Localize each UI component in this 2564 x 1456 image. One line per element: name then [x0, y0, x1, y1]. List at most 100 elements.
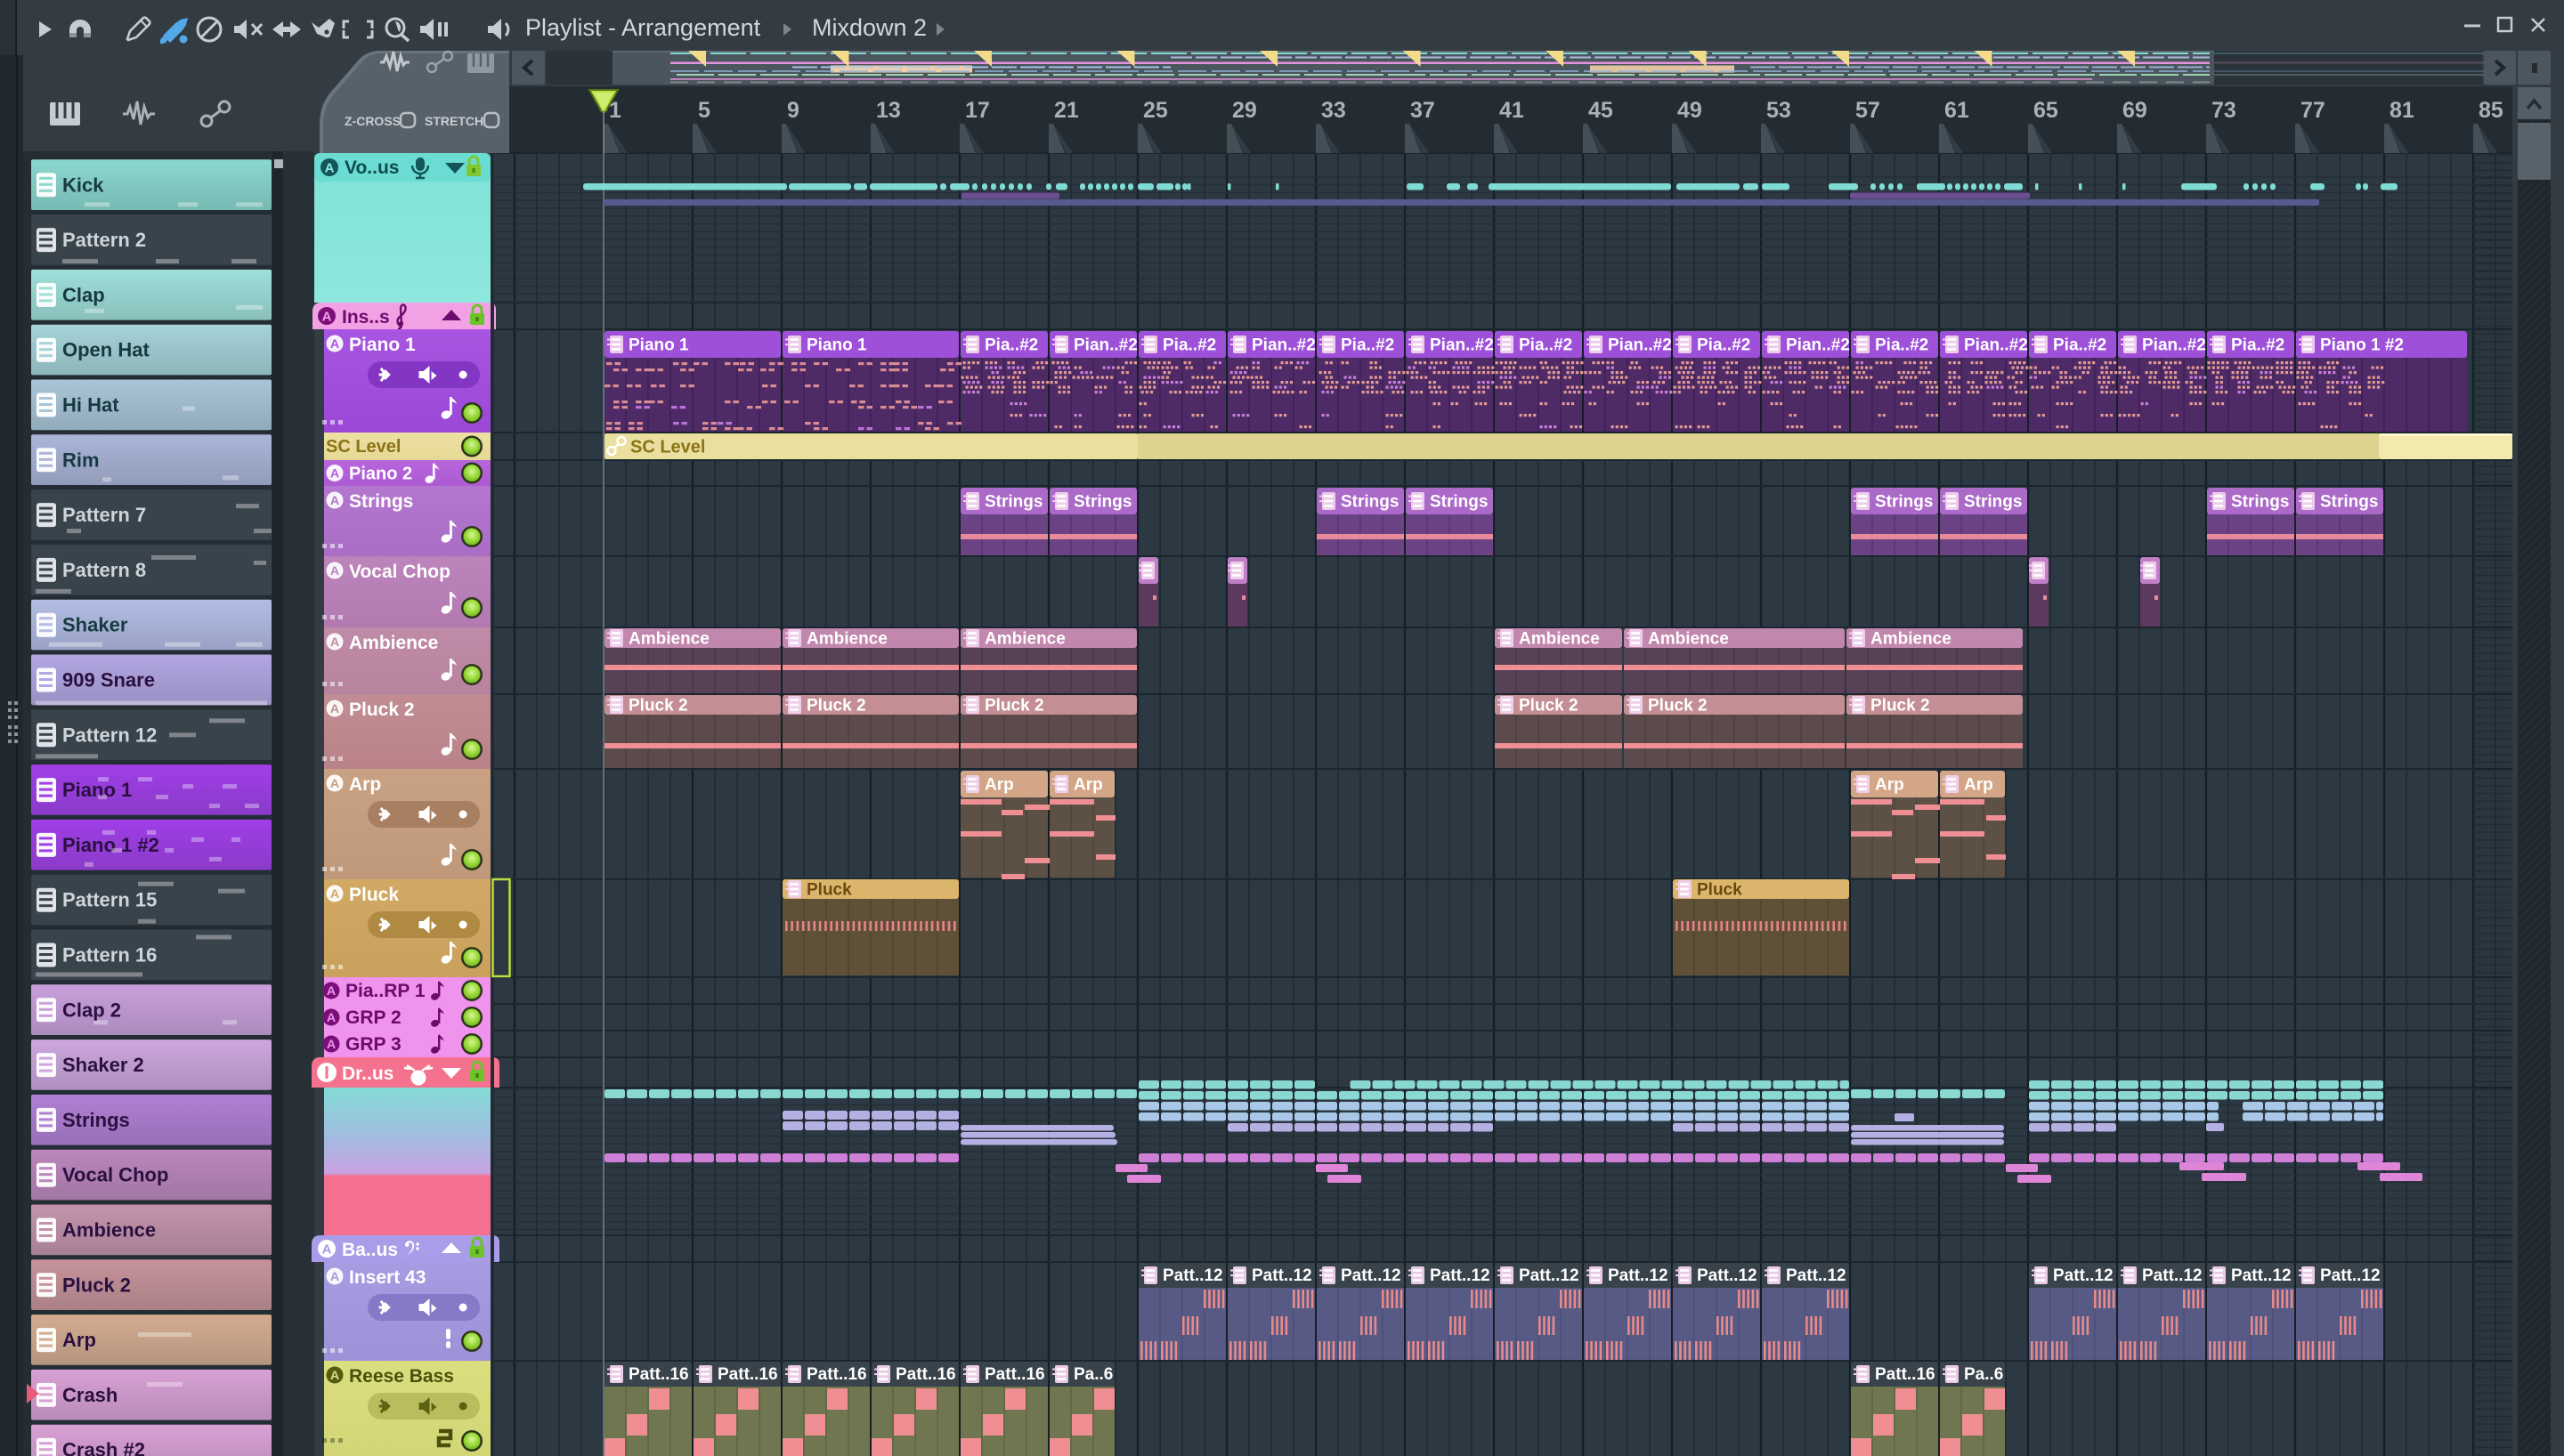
svg-text:Shaker: Shaker: [62, 614, 128, 636]
svg-text:Patt..16: Patt..16: [629, 1365, 689, 1384]
svg-text:Pia..#2: Pia..#2: [985, 336, 1038, 355]
svg-text:Pia..#2: Pia..#2: [1519, 336, 1572, 355]
svg-text:Ambience: Ambience: [985, 630, 1066, 649]
svg-text:Pluck 2: Pluck 2: [1519, 697, 1578, 716]
svg-text:A: A: [330, 1270, 339, 1284]
svg-text:A: A: [322, 1242, 332, 1258]
svg-text:Pluck 2: Pluck 2: [629, 697, 688, 716]
svg-text:Pattern 12: Pattern 12: [62, 724, 157, 746]
svg-text:77: 77: [2300, 98, 2325, 123]
svg-text:Open Hat: Open Hat: [62, 339, 150, 361]
svg-text:Ambience: Ambience: [1519, 630, 1600, 649]
svg-text:Pian..#2: Pian..#2: [1964, 336, 2028, 355]
svg-text:Crash: Crash: [62, 1384, 118, 1406]
svg-text:Pa..6: Pa..6: [1074, 1365, 1113, 1384]
svg-text:Pluck 2: Pluck 2: [1648, 697, 1708, 716]
svg-text:Strings: Strings: [1964, 493, 2022, 512]
svg-text:Arp: Arp: [1875, 776, 1904, 795]
svg-text:Pia..#2: Pia..#2: [1341, 336, 1394, 355]
svg-text:SC Level: SC Level: [326, 437, 401, 457]
svg-text:Arp: Arp: [1074, 776, 1103, 795]
svg-text:Pluck 2: Pluck 2: [1870, 697, 1930, 716]
svg-text:Patt..16: Patt..16: [807, 1365, 867, 1384]
svg-text:Piano 1 #2: Piano 1 #2: [2320, 336, 2404, 355]
svg-text:A: A: [327, 984, 336, 999]
svg-text:Ba..us: Ba..us: [342, 1240, 398, 1260]
svg-text:Dr..us: Dr..us: [342, 1064, 394, 1084]
svg-text:A: A: [330, 494, 339, 508]
svg-text:Strings: Strings: [349, 491, 413, 512]
svg-text:909 Snare: 909 Snare: [62, 669, 155, 692]
svg-text:Strings: Strings: [62, 1109, 130, 1131]
svg-text:Pian..#2: Pian..#2: [2142, 336, 2206, 355]
svg-text:Clap 2: Clap 2: [62, 999, 121, 1021]
svg-text:Mixdown 2: Mixdown 2: [812, 14, 927, 41]
svg-text:5: 5: [698, 98, 710, 123]
svg-text:Patt..12: Patt..12: [1430, 1266, 1490, 1285]
svg-text:Piano 1: Piano 1: [807, 336, 867, 355]
svg-text:Pluck 2: Pluck 2: [62, 1274, 131, 1296]
svg-text:Pia..RP 1: Pia..RP 1: [345, 981, 426, 1001]
svg-text:GRP 3: GRP 3: [345, 1034, 402, 1055]
svg-text:SC Level: SC Level: [630, 438, 705, 457]
svg-text:Pattern 15: Pattern 15: [62, 889, 157, 911]
svg-text:Patt..16: Patt..16: [985, 1365, 1045, 1384]
svg-text:Ins..s: Ins..s: [342, 307, 390, 328]
svg-text:Strings: Strings: [1875, 493, 1933, 512]
svg-text:Shaker 2: Shaker 2: [62, 1054, 144, 1076]
svg-text:Strings: Strings: [1074, 493, 1132, 512]
svg-text:STRETCH: STRETCH: [425, 114, 483, 128]
svg-text:Ambience: Ambience: [807, 630, 888, 649]
svg-text:73: 73: [2211, 98, 2236, 123]
svg-text:85: 85: [2479, 98, 2503, 123]
svg-text:Reese Bass: Reese Bass: [349, 1366, 454, 1387]
svg-text:41: 41: [1499, 98, 1524, 123]
svg-text:17: 17: [965, 98, 990, 123]
svg-text:Vo..us: Vo..us: [345, 158, 399, 178]
svg-text:Piano 1: Piano 1: [349, 335, 416, 355]
svg-text:Clap: Clap: [62, 284, 105, 306]
svg-text:GRP 2: GRP 2: [345, 1007, 402, 1028]
svg-text:Hi Hat: Hi Hat: [62, 394, 119, 417]
svg-text:A: A: [322, 310, 332, 325]
svg-text:33: 33: [1321, 98, 1346, 123]
svg-text:Patt..16: Patt..16: [1875, 1365, 1935, 1384]
svg-text:53: 53: [1766, 98, 1791, 123]
svg-text:Kick: Kick: [62, 174, 104, 196]
svg-text:Strings: Strings: [985, 493, 1043, 512]
svg-text:Pia..#2: Pia..#2: [2231, 336, 2284, 355]
svg-text:Arp: Arp: [349, 774, 381, 795]
svg-text:A: A: [325, 161, 335, 176]
svg-text:Pluck: Pluck: [1697, 881, 1742, 900]
svg-text:Patt..12: Patt..12: [1697, 1266, 1757, 1285]
svg-text:Ambience: Ambience: [629, 630, 710, 649]
svg-text:Pia..#2: Pia..#2: [1875, 336, 1928, 355]
svg-text:Strings: Strings: [2231, 493, 2289, 512]
svg-text:21: 21: [1054, 98, 1079, 123]
svg-text:45: 45: [1588, 98, 1613, 123]
svg-text:A: A: [330, 702, 339, 716]
svg-text:Pattern 7: Pattern 7: [62, 504, 146, 526]
svg-text:25: 25: [1143, 98, 1168, 123]
svg-text:Piano 1: Piano 1: [629, 336, 689, 355]
svg-text:49: 49: [1677, 98, 1702, 123]
svg-text:A: A: [330, 337, 339, 352]
svg-text:29: 29: [1232, 98, 1257, 123]
svg-text:Ambience: Ambience: [349, 633, 438, 653]
svg-text:Pian..#2: Pian..#2: [1608, 336, 1672, 355]
svg-text:Pluck 2: Pluck 2: [807, 697, 866, 716]
svg-text:Patt..12: Patt..12: [2320, 1266, 2381, 1285]
svg-text:A: A: [330, 887, 339, 902]
svg-text:61: 61: [1944, 98, 1969, 123]
svg-text:Pluck: Pluck: [349, 885, 399, 905]
svg-text:Piano 2: Piano 2: [349, 465, 412, 484]
svg-text:Pluck 2: Pluck 2: [985, 697, 1044, 716]
svg-text:A: A: [327, 1011, 336, 1025]
svg-text:Z-CROSS: Z-CROSS: [345, 114, 401, 128]
svg-text:Pian..#2: Pian..#2: [1786, 336, 1850, 355]
svg-text:A: A: [330, 1369, 339, 1383]
svg-text:Patt..12: Patt..12: [2142, 1266, 2203, 1285]
svg-text:Patt..12: Patt..12: [1252, 1266, 1312, 1285]
svg-text:Arp: Arp: [985, 776, 1014, 795]
svg-text:Crash #2: Crash #2: [62, 1439, 145, 1456]
